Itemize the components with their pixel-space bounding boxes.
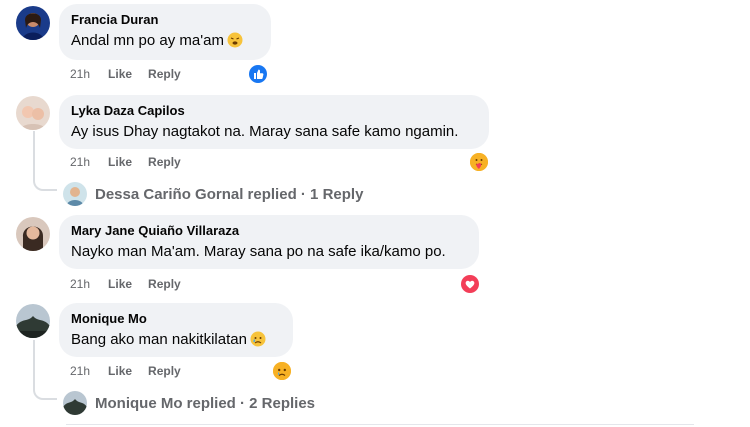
comment-time[interactable]: 21h bbox=[70, 155, 90, 169]
crying-face-emoji-icon bbox=[250, 331, 266, 353]
weary-face-emoji-icon bbox=[227, 32, 243, 54]
view-replies-link[interactable]: Monique Mo replied · 2 Replies bbox=[63, 391, 315, 415]
divider bbox=[66, 424, 694, 425]
like-button[interactable]: Like bbox=[108, 364, 132, 378]
avatar bbox=[63, 391, 87, 415]
like-button[interactable]: Like bbox=[108, 155, 132, 169]
comment-actions: 21h Like Reply bbox=[70, 155, 197, 169]
view-replies-link[interactable]: Dessa Cariño Gornal replied · 1 Reply bbox=[63, 182, 363, 206]
comment-actions: 21h Like Reply bbox=[70, 277, 197, 291]
avatar[interactable] bbox=[16, 96, 50, 130]
comment-time[interactable]: 21h bbox=[70, 67, 90, 81]
comment-actions: 21h Like Reply bbox=[70, 67, 197, 81]
reply-thread-line bbox=[33, 340, 57, 400]
like-button[interactable]: Like bbox=[108, 277, 132, 291]
comment-author[interactable]: Mary Jane Quiaño Villaraza bbox=[71, 223, 467, 239]
love-reaction-icon[interactable] bbox=[461, 275, 479, 293]
comment-text: Andal mn po ay ma'am bbox=[71, 31, 259, 54]
care-reaction-icon[interactable] bbox=[470, 153, 488, 171]
avatar[interactable] bbox=[16, 217, 50, 251]
reply-button[interactable]: Reply bbox=[148, 364, 181, 378]
comment-bubble: Mary Jane Quiaño Villaraza Nayko man Ma'… bbox=[59, 215, 479, 269]
comment-text: Bang ako man nakitkilatan bbox=[71, 330, 281, 353]
comment-bubble: Lyka Daza Capilos Ay isus Dhay nagtakot … bbox=[59, 95, 489, 149]
like-button[interactable]: Like bbox=[108, 67, 132, 81]
comment-author[interactable]: Monique Mo bbox=[71, 311, 281, 327]
comment-author[interactable]: Lyka Daza Capilos bbox=[71, 103, 477, 119]
reply-thread-line bbox=[33, 131, 57, 191]
reply-button[interactable]: Reply bbox=[148, 155, 181, 169]
comment-text: Nayko man Ma'am. Maray sana po na safe i… bbox=[71, 243, 446, 260]
sad-reaction-icon[interactable] bbox=[273, 362, 291, 380]
like-reaction-icon[interactable] bbox=[249, 65, 267, 83]
reply-button[interactable]: Reply bbox=[148, 67, 181, 81]
avatar[interactable] bbox=[16, 6, 50, 40]
replies-summary[interactable]: Dessa Cariño Gornal replied · 1 Reply bbox=[95, 186, 363, 203]
replies-summary[interactable]: Monique Mo replied · 2 Replies bbox=[95, 395, 315, 412]
comment-text: Ay isus Dhay nagtakot na. Maray sana saf… bbox=[71, 123, 459, 140]
avatar[interactable] bbox=[16, 304, 50, 338]
comment-bubble: Francia Duran Andal mn po ay ma'am bbox=[59, 4, 271, 60]
comment-author[interactable]: Francia Duran bbox=[71, 12, 259, 28]
reply-button[interactable]: Reply bbox=[148, 277, 181, 291]
comment-actions: 21h Like Reply bbox=[70, 364, 197, 378]
avatar bbox=[63, 182, 87, 206]
comment-time[interactable]: 21h bbox=[70, 364, 90, 378]
comment-bubble: Monique Mo Bang ako man nakitkilatan bbox=[59, 303, 293, 357]
comment-time[interactable]: 21h bbox=[70, 277, 90, 291]
